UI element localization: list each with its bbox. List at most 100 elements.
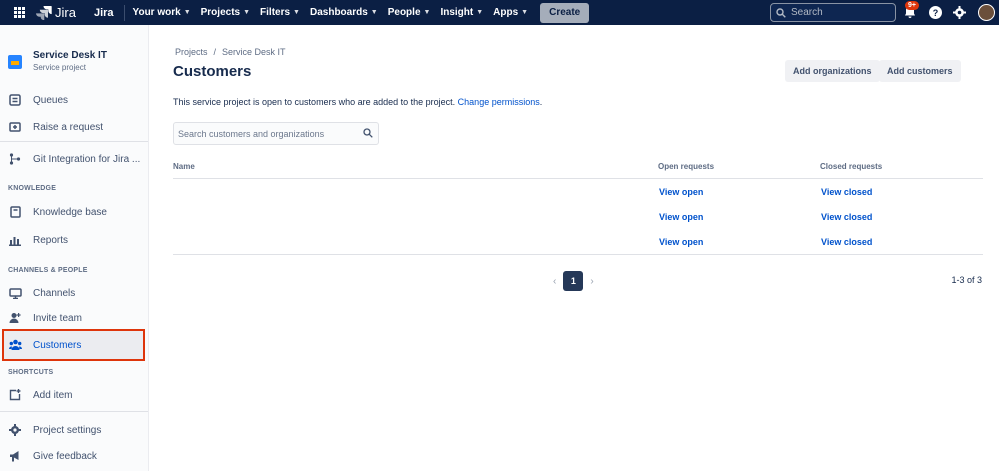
sidebar-item-label: Raise a request bbox=[33, 121, 104, 133]
jira-logo-icon bbox=[36, 5, 52, 20]
create-button[interactable]: Create bbox=[540, 2, 590, 23]
queues-icon bbox=[8, 93, 22, 107]
chevron-right-icon[interactable]: › bbox=[590, 276, 593, 287]
nav-label: Your work bbox=[132, 7, 181, 18]
product-name[interactable]: Jira bbox=[94, 7, 114, 19]
git-icon bbox=[8, 152, 22, 166]
info-period: . bbox=[539, 97, 543, 107]
sidebar-item-queues[interactable]: Queues bbox=[0, 87, 149, 113]
search-icon bbox=[363, 128, 373, 138]
view-open-link[interactable]: View open bbox=[659, 212, 703, 222]
sidebar-item-label: Customers bbox=[33, 339, 82, 351]
add-customers-button[interactable]: Add customers bbox=[879, 60, 961, 82]
nav-label: Filters bbox=[260, 7, 291, 18]
view-closed-link[interactable]: View closed bbox=[821, 187, 872, 197]
sidebar-item-git-integration[interactable]: Git Integration for Jira ... bbox=[0, 146, 149, 172]
nav-dashboards[interactable]: Dashboards ▼ bbox=[310, 7, 378, 18]
sidebar-item-label: Give feedback bbox=[33, 450, 97, 462]
nav-your-work[interactable]: Your work ▼ bbox=[133, 7, 191, 18]
chevron-down-icon: ▼ bbox=[293, 9, 300, 16]
sidebar-item-label: Reports bbox=[33, 234, 69, 246]
page-button-current[interactable]: 1 bbox=[563, 271, 584, 291]
brand-text: Jira bbox=[55, 5, 76, 20]
section-heading-shortcuts: SHORTCUTS bbox=[8, 369, 54, 376]
change-permissions-link[interactable]: Change permissions bbox=[458, 97, 540, 107]
sidebar-item-label: Invite team bbox=[33, 312, 82, 324]
sidebar-item-channels[interactable]: Channels bbox=[0, 280, 149, 306]
chevron-down-icon: ▼ bbox=[521, 9, 529, 16]
view-open-link[interactable]: View open bbox=[659, 187, 703, 197]
nav-people[interactable]: People ▼ bbox=[388, 7, 431, 18]
breadcrumb-project[interactable]: Service Desk IT bbox=[222, 47, 286, 57]
breadcrumb-separator: / bbox=[213, 47, 217, 57]
chevron-down-icon: ▼ bbox=[476, 9, 484, 16]
search-icon bbox=[776, 7, 786, 18]
access-info-text: This service project is open to customer… bbox=[173, 97, 542, 107]
sidebar-item-label: Knowledge base bbox=[33, 206, 107, 218]
sidebar-item-customers[interactable]: Customers bbox=[2, 329, 145, 361]
chevron-down-icon: ▼ bbox=[370, 9, 378, 16]
project-avatar-icon bbox=[8, 55, 22, 69]
view-closed-link[interactable]: View closed bbox=[821, 212, 872, 222]
knowledge-base-icon bbox=[8, 205, 22, 219]
sidebar-item-give-feedback[interactable]: Give feedback bbox=[0, 443, 149, 469]
nav-label: Insight bbox=[440, 7, 474, 18]
table-bottom-divider bbox=[173, 254, 983, 255]
sidebar-item-add-item[interactable]: Add item bbox=[0, 382, 149, 408]
help-icon[interactable]: ? bbox=[929, 0, 942, 25]
sidebar-item-raise-request[interactable]: Raise a request bbox=[0, 114, 149, 140]
section-heading-knowledge: KNOWLEDGE bbox=[8, 185, 57, 192]
project-name: Service Desk IT bbox=[33, 50, 107, 61]
column-header-closed-requests[interactable]: Closed requests bbox=[820, 162, 882, 171]
sidebar-divider bbox=[0, 141, 148, 142]
jira-logo[interactable]: Jira bbox=[36, 5, 76, 20]
add-organizations-button[interactable]: Add organizations bbox=[785, 60, 880, 82]
breadcrumb-projects[interactable]: Projects bbox=[175, 47, 208, 57]
pagination: ‹ 1 › bbox=[553, 271, 594, 291]
project-type: Service project bbox=[33, 63, 86, 72]
sidebar-item-label: Project settings bbox=[33, 424, 102, 436]
raise-request-icon bbox=[8, 120, 22, 134]
sidebar-item-label: Queues bbox=[33, 94, 69, 106]
table-header-divider bbox=[173, 178, 983, 179]
info-message: This service project is open to customer… bbox=[173, 97, 456, 107]
app-switcher-icon[interactable] bbox=[8, 0, 30, 25]
view-open-link[interactable]: View open bbox=[659, 237, 703, 247]
sidebar-item-knowledge-base[interactable]: Knowledge base bbox=[0, 199, 149, 225]
nav-projects[interactable]: Projects ▼ bbox=[201, 7, 250, 18]
column-header-name[interactable]: Name bbox=[173, 162, 195, 171]
page-title: Customers bbox=[173, 63, 252, 80]
view-closed-link[interactable]: View closed bbox=[821, 237, 872, 247]
chevron-down-icon: ▼ bbox=[183, 9, 191, 16]
nav-label: Dashboards bbox=[309, 7, 368, 18]
sidebar-item-reports[interactable]: Reports bbox=[0, 227, 149, 253]
chevron-down-icon: ▼ bbox=[423, 9, 431, 16]
customer-search-field[interactable] bbox=[173, 122, 379, 145]
invite-team-icon bbox=[8, 311, 22, 325]
project-sidebar: Service Desk IT Service project Queues R… bbox=[0, 25, 149, 471]
column-header-open-requests[interactable]: Open requests bbox=[658, 162, 714, 171]
project-header[interactable]: Service Desk IT Service project bbox=[8, 50, 107, 72]
nav-apps[interactable]: Apps ▼ bbox=[493, 7, 528, 18]
settings-icon bbox=[8, 423, 22, 437]
global-search-input[interactable]: Search bbox=[770, 3, 896, 22]
sidebar-divider bbox=[0, 411, 148, 412]
nav-insight[interactable]: Insight ▼ bbox=[440, 7, 483, 18]
user-avatar[interactable] bbox=[978, 4, 995, 21]
result-count: 1-3 of 3 bbox=[951, 275, 982, 285]
customer-search-input[interactable] bbox=[178, 128, 358, 139]
reports-icon bbox=[8, 233, 22, 247]
settings-gear-icon[interactable] bbox=[953, 0, 966, 25]
chevron-left-icon[interactable]: ‹ bbox=[553, 276, 556, 287]
sidebar-item-invite-team[interactable]: Invite team bbox=[0, 305, 149, 331]
nav-label: Projects bbox=[200, 7, 241, 18]
channels-icon bbox=[8, 286, 22, 300]
feedback-icon bbox=[8, 449, 22, 463]
sidebar-item-label: Git Integration for Jira ... bbox=[33, 153, 141, 165]
sidebar-item-project-settings[interactable]: Project settings bbox=[0, 417, 149, 443]
nav-filters[interactable]: Filters ▼ bbox=[260, 7, 300, 18]
breadcrumb: Projects / Service Desk IT bbox=[175, 47, 286, 57]
search-placeholder: Search bbox=[791, 7, 823, 18]
nav-label: Apps bbox=[493, 7, 519, 18]
add-item-icon bbox=[8, 388, 22, 402]
